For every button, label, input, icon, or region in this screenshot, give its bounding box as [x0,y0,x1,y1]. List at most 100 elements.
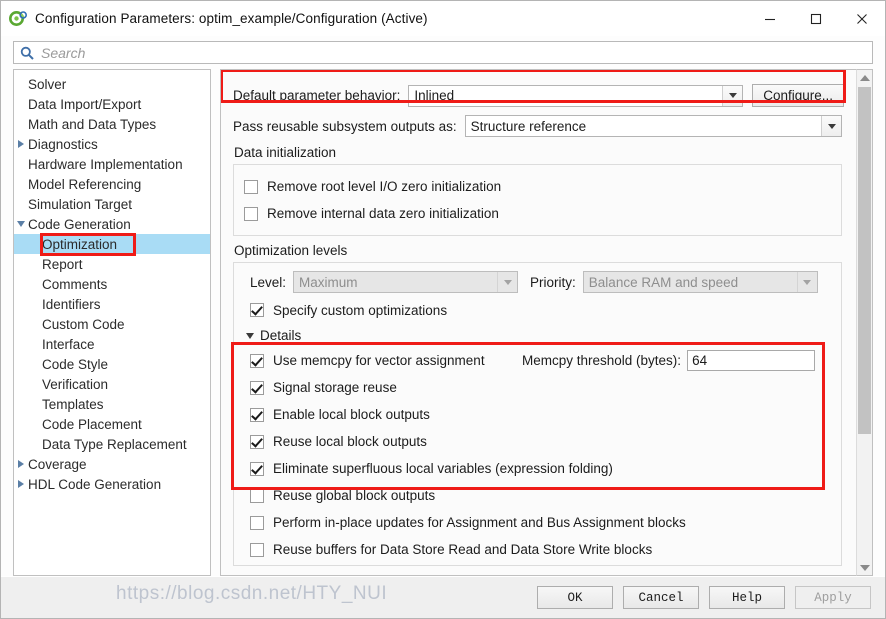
priority-label: Priority: [530,274,576,290]
sidebar-item-code-generation[interactable]: Code Generation [14,214,210,234]
sidebar-item-data-import-export[interactable]: Data Import/Export [14,94,210,114]
details-option-row[interactable]: Reuse global block outputs [250,482,831,509]
details-option-checkbox[interactable] [250,353,264,368]
default-parameter-behavior-label: Default parameter behavior: [233,88,401,103]
specify-custom-optimizations-row[interactable]: Specify custom optimizations [250,298,831,322]
sidebar-item-templates[interactable]: Templates [14,394,210,414]
details-option-label: Eliminate superfluous local variables (e… [273,461,613,476]
pass-reusable-outputs-combo[interactable]: Structure reference [464,115,842,137]
details-options-container: Use memcpy for vector assignment Signal s… [244,347,831,563]
sidebar-item-label: Code Style [42,356,109,372]
window-controls [747,1,885,36]
pass-reusable-outputs-row: Pass reusable subsystem outputs as: Stru… [233,115,844,137]
details-option-checkbox[interactable] [250,407,264,422]
sidebar-item-code-placement[interactable]: Code Placement [14,414,210,434]
details-option-row[interactable]: Signal storage reuse [250,374,831,401]
sidebar-item-label: Identifiers [42,296,101,312]
details-option-checkbox[interactable] [250,380,264,395]
level-combo[interactable]: Maximum [293,271,519,293]
simulink-icon [8,9,27,28]
apply-button[interactable]: Apply [795,586,871,609]
chevron-down-icon[interactable] [796,272,817,292]
chevron-down-icon[interactable] [14,221,28,227]
search-input[interactable]: Search [13,41,873,64]
details-option-checkbox[interactable] [250,515,264,530]
data-initialization-title: Data initialization [234,145,337,160]
details-option-row[interactable]: Reuse buffers for Data Store Read and Da… [250,536,831,563]
details-option-checkbox[interactable] [250,461,264,476]
sidebar-item-report[interactable]: Report [14,254,210,274]
details-disclosure[interactable]: Details [246,328,831,343]
close-button[interactable] [839,1,885,36]
sidebar-item-verification[interactable]: Verification [14,374,210,394]
chevron-right-icon[interactable] [14,480,28,488]
settings-tree[interactable]: Solver Data Import/Export Math and Data Ty… [13,69,211,576]
scrollbar-thumb[interactable] [858,87,871,434]
search-icon [20,46,34,60]
details-option-label: Perform in-place updates for Assignment … [273,515,686,530]
details-option-checkbox[interactable] [250,542,264,557]
chevron-right-icon[interactable] [14,460,28,468]
optimization-pane: Default parameter behavior: Inlined Conf… [220,69,856,576]
sidebar-item-model-referencing[interactable]: Model Referencing [14,174,210,194]
chevron-right-icon[interactable] [14,140,28,148]
pass-reusable-outputs-value: Structure reference [470,118,587,134]
memcpy-threshold-input[interactable]: 64 [687,350,816,371]
maximize-button[interactable] [793,1,839,36]
details-option-label: Enable local block outputs [273,407,430,422]
sidebar-item-diagnostics[interactable]: Diagnostics [14,134,210,154]
level-value: Maximum [299,274,358,290]
sidebar-item-label: Coverage [28,456,87,472]
search-bar: Search [1,36,885,69]
sidebar-item-math-and-data-types[interactable]: Math and Data Types [14,114,210,134]
default-parameter-behavior-row: Default parameter behavior: Inlined Conf… [233,84,844,107]
minimize-button[interactable] [747,1,793,36]
content-scrollbar[interactable] [856,69,873,576]
details-option-row[interactable]: Reuse local block outputs [250,428,831,455]
scroll-up-icon[interactable] [857,70,872,85]
chevron-down-icon[interactable] [722,85,743,106]
details-option-checkbox[interactable] [250,434,264,449]
sidebar-item-optimization[interactable]: Optimization [14,234,210,254]
data-initialization-option-checkbox[interactable] [244,179,258,194]
sidebar-item-label: Hardware Implementation [28,156,183,172]
specify-custom-optimizations-checkbox[interactable] [250,303,264,317]
dialog-footer: https://blog.csdn.net/HTY_NUI OK Cancel … [1,576,885,618]
details-option-row[interactable]: Eliminate superfluous local variables (e… [250,455,831,482]
data-initialization-option-label: Remove root level I/O zero initializatio… [267,179,502,194]
sidebar-item-label: Model Referencing [28,176,142,192]
sidebar-item-code-style[interactable]: Code Style [14,354,210,374]
details-label: Details [260,328,302,343]
sidebar-item-interface[interactable]: Interface [14,334,210,354]
sidebar-item-hardware-implementation[interactable]: Hardware Implementation [14,154,210,174]
configure-button[interactable]: Configure... [752,84,844,107]
help-button[interactable]: Help [709,586,785,609]
memcpy-threshold-label: Memcpy threshold (bytes): [522,353,682,368]
sidebar-item-identifiers[interactable]: Identifiers [14,294,210,314]
data-initialization-option-checkbox[interactable] [244,206,258,221]
details-option-row[interactable]: Enable local block outputs [250,401,831,428]
ok-button[interactable]: OK [537,586,613,609]
scroll-down-icon[interactable] [857,560,872,575]
sidebar-item-coverage[interactable]: Coverage [14,454,210,474]
chevron-down-icon[interactable] [497,272,518,292]
details-option-label: Signal storage reuse [273,380,397,395]
sidebar-item-solver[interactable]: Solver [14,74,210,94]
cancel-button[interactable]: Cancel [623,586,699,609]
sidebar-item-label: Comments [42,276,108,292]
watermark-text: https://blog.csdn.net/HTY_NUI [116,583,388,604]
details-option-row[interactable]: Perform in-place updates for Assignment … [250,509,831,536]
sidebar-item-comments[interactable]: Comments [14,274,210,294]
sidebar-item-hdl-code-generation[interactable]: HDL Code Generation [14,474,210,494]
default-parameter-behavior-combo[interactable]: Inlined [408,84,744,107]
sidebar-item-label: Diagnostics [28,136,98,152]
chevron-down-icon[interactable] [821,116,841,136]
data-initialization-option-row[interactable]: Remove internal data zero initialization [244,200,831,227]
details-option-label: Use memcpy for vector assignment [273,353,485,368]
data-initialization-option-row[interactable]: Remove root level I/O zero initializatio… [244,173,831,200]
details-option-checkbox[interactable] [250,488,264,503]
sidebar-item-data-type-replacement[interactable]: Data Type Replacement [14,434,210,454]
sidebar-item-simulation-target[interactable]: Simulation Target [14,194,210,214]
priority-combo[interactable]: Balance RAM and speed [582,271,818,293]
sidebar-item-custom-code[interactable]: Custom Code [14,314,210,334]
